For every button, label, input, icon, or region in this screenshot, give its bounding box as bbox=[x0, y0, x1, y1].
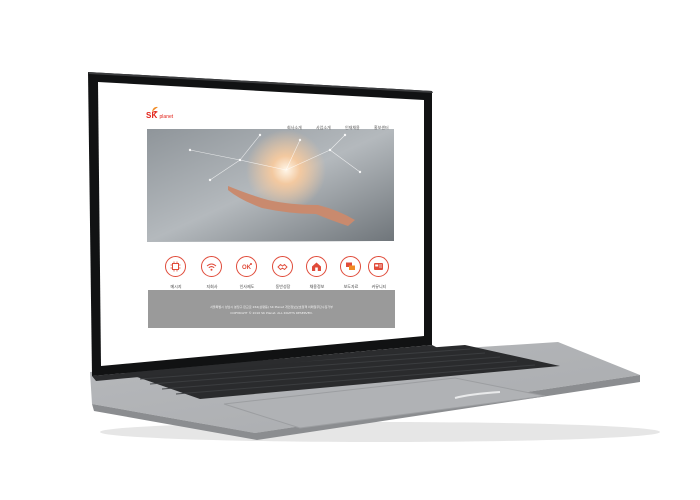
quicklink-label-community: 커뮤니티 bbox=[371, 284, 387, 289]
laptop-scene bbox=[88, 72, 660, 442]
quicklink-label-recruit: 채용정보 bbox=[309, 284, 325, 289]
ok-icon: OK bbox=[242, 263, 252, 271]
nav-company[interactable]: 회사소개 bbox=[287, 125, 302, 133]
quicklink-hr[interactable]: OK bbox=[236, 256, 257, 277]
quicklink-subsidiary[interactable] bbox=[201, 256, 222, 277]
quicklink-label-growth: 동반성장 bbox=[275, 284, 291, 289]
brand-logo[interactable]: SK planet bbox=[146, 106, 174, 120]
quicklink-label-subsidiary: 지회사 bbox=[206, 284, 218, 289]
quicklink-message[interactable] bbox=[165, 256, 186, 277]
nav-careers[interactable]: 인재채용 bbox=[345, 125, 360, 133]
quicklink-community[interactable] bbox=[368, 256, 389, 277]
footer-copyright: COPYRIGHT © 2016 SK Planet. ALL RIGHTS R… bbox=[230, 311, 313, 315]
quicklink-growth[interactable] bbox=[272, 256, 293, 277]
footer-address: 서울특별시 성남시 분당구 판교로 264(삼평동) SK Planet 개인정… bbox=[210, 305, 333, 309]
quicklink-press[interactable] bbox=[340, 256, 361, 277]
handshake-icon bbox=[277, 263, 288, 271]
speech-icon bbox=[346, 262, 355, 270]
hero-image bbox=[147, 129, 394, 242]
logo-wordmark: planet bbox=[159, 114, 174, 120]
home-icon bbox=[312, 262, 321, 271]
svg-text:OK: OK bbox=[242, 265, 252, 271]
site-footer: 서울특별시 성남시 분당구 판교로 264(삼평동) SK Planet 개인정… bbox=[148, 290, 395, 328]
wifi-icon bbox=[206, 263, 217, 271]
logo-mark: SK bbox=[146, 111, 158, 120]
nav-business[interactable]: 사업소개 bbox=[316, 125, 331, 133]
chip-icon bbox=[170, 261, 181, 272]
quicklink-label-message: 메시지 bbox=[170, 284, 182, 289]
nav-pr[interactable]: 홍보센터 bbox=[374, 125, 389, 133]
quicklink-recruit[interactable] bbox=[306, 256, 327, 277]
quicklink-label-hr: 인사제도 bbox=[239, 284, 255, 289]
card-icon bbox=[374, 263, 383, 270]
butterfly-icon bbox=[152, 106, 158, 113]
